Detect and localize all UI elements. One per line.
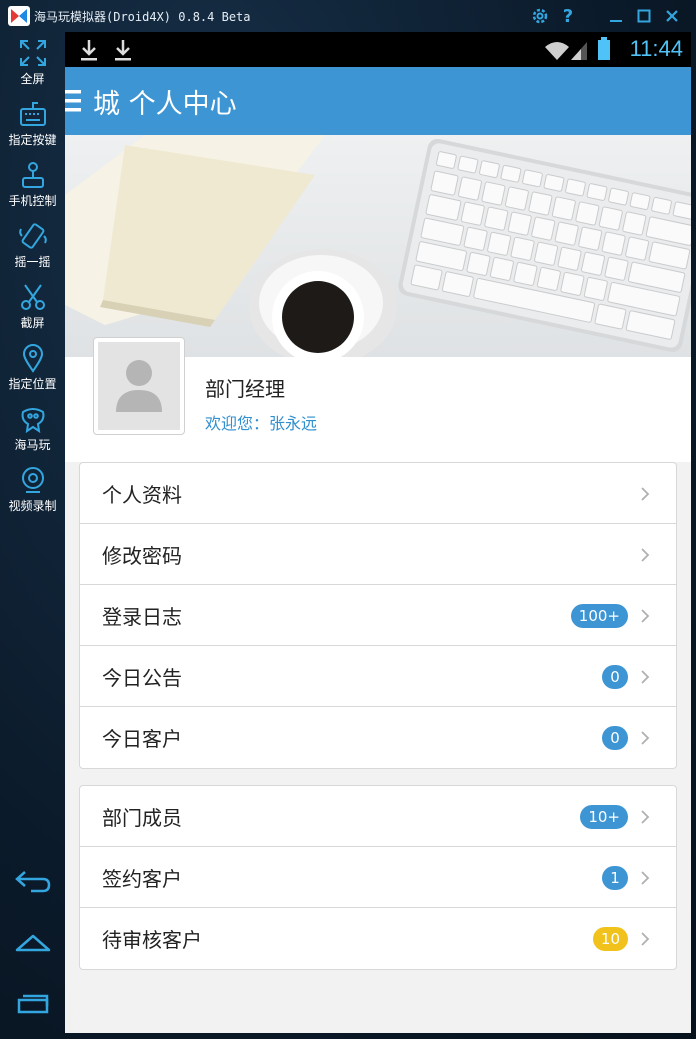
sidebar-item-shake[interactable]: 摇一摇 — [0, 217, 65, 275]
sidebar-label: 指定位置 — [8, 377, 57, 391]
menu-item-profile[interactable]: 个人资料 — [80, 463, 676, 524]
menu-card-account: 个人资料 修改密码 登录日志 100+ 今日公告 0 今日客户 0 — [79, 462, 677, 769]
keyboard-illustration — [398, 138, 691, 353]
sidebar-item-location[interactable]: 指定位置 — [0, 339, 65, 397]
menu-item-label: 今日客户 — [102, 727, 182, 751]
scissors-icon — [20, 284, 45, 310]
avatar[interactable] — [93, 337, 185, 435]
count-badge: 10+ — [580, 805, 628, 829]
help-icon[interactable]: ? — [556, 4, 580, 28]
menu-item-label: 个人资料 — [102, 483, 182, 507]
battery-icon — [598, 37, 610, 60]
sidebar-label: 截屏 — [20, 316, 45, 330]
header-banner-image — [65, 135, 691, 357]
emulator-sidebar: 全屏 指定按键 手机控制 摇一摇 截屏 指定位置 海马玩 视频录制 — [0, 32, 65, 1039]
sidebar-label: 手机控制 — [8, 194, 57, 208]
count-badge: 100+ — [570, 604, 628, 628]
page-title: 城 个人中心 — [93, 89, 237, 120]
clock: 11:44 — [629, 36, 683, 61]
wifi-icon — [545, 42, 569, 60]
user-role: 部门经理 — [205, 377, 285, 401]
sidebar-item-haima[interactable]: 海马玩 — [0, 400, 65, 458]
menu-card-team: 部门成员 10+ 签约客户 1 待审核客户 10 — [79, 785, 677, 970]
count-badge: 0 — [602, 665, 628, 689]
menu-item-change-password[interactable]: 修改密码 — [80, 524, 676, 585]
chevron-right-icon — [641, 871, 650, 885]
home-button[interactable] — [10, 922, 56, 962]
sidebar-item-fullscreen[interactable]: 全屏 — [0, 34, 65, 92]
menu-item-label: 修改密码 — [102, 544, 182, 568]
profile-section: 部门经理 欢迎您：张永远 — [65, 337, 691, 462]
sidebar-item-phone-control[interactable]: 手机控制 — [0, 156, 65, 214]
settings-gear-icon[interactable] — [528, 4, 552, 28]
menu-item-label: 登录日志 — [102, 605, 182, 629]
count-badge: 10 — [592, 927, 628, 951]
menu-item-login-log[interactable]: 登录日志 100+ — [80, 585, 676, 646]
count-badge: 0 — [602, 726, 628, 750]
app-bar: 城 个人中心 — [65, 67, 691, 135]
chevron-right-icon — [641, 548, 650, 562]
chevron-right-icon — [641, 609, 650, 623]
chevron-right-icon — [641, 810, 650, 824]
sidebar-label: 海马玩 — [14, 438, 51, 452]
menu-item-label: 待审核客户 — [102, 928, 202, 952]
menu-item-department-members[interactable]: 部门成员 10+ — [80, 786, 676, 847]
shake-icon — [18, 223, 47, 249]
sidebar-label: 视频录制 — [8, 499, 57, 513]
minimize-icon[interactable] — [604, 4, 628, 28]
sidebar-item-video-record[interactable]: 视频录制 — [0, 461, 65, 519]
fullscreen-icon — [19, 40, 46, 66]
user-placeholder-icon — [116, 360, 162, 412]
menu-item-label: 今日公告 — [102, 666, 182, 690]
window-title: 海马玩模拟器(Droid4X) 0.8.4 Beta — [34, 10, 251, 24]
sidebar-label: 全屏 — [20, 72, 45, 86]
download-icon — [81, 40, 97, 61]
close-icon[interactable] — [660, 4, 684, 28]
home-icon — [15, 934, 51, 952]
signal-icon — [571, 42, 587, 60]
welcome-text: 欢迎您：张永远 — [205, 414, 318, 433]
menu-item-today-notice[interactable]: 今日公告 0 — [80, 646, 676, 707]
coffee-cup-illustration — [249, 249, 397, 357]
chevron-right-icon — [641, 932, 650, 946]
menu-item-today-customers[interactable]: 今日客户 0 — [80, 707, 676, 768]
location-pin-icon — [22, 344, 43, 373]
droid4x-logo-icon — [8, 6, 30, 26]
haima-logo-icon — [21, 408, 44, 434]
menu-item-label: 部门成员 — [102, 806, 182, 830]
emulator-titlebar: 海马玩模拟器(Droid4X) 0.8.4 Beta ? — [0, 0, 696, 32]
recent-apps-button[interactable] — [10, 982, 56, 1022]
android-screen: 11:44 城 个人中心 部门经理 欢迎您：张永远 个人资料 修改密码 登录日志… — [65, 32, 691, 1033]
menu-item-label: 签约客户 — [102, 867, 182, 891]
keyboard-icon — [19, 102, 46, 126]
status-bar: 11:44 — [65, 32, 691, 67]
menu-item-pending-review-customers[interactable]: 待审核客户 10 — [80, 908, 676, 969]
download-icon — [115, 40, 131, 61]
sidebar-item-keymap[interactable]: 指定按键 — [0, 95, 65, 153]
count-badge: 1 — [602, 866, 628, 890]
joystick-icon — [21, 162, 44, 188]
video-record-icon — [21, 467, 44, 493]
back-icon — [15, 871, 51, 893]
sidebar-label: 指定按键 — [8, 133, 57, 147]
sidebar-item-screenshot[interactable]: 截屏 — [0, 278, 65, 336]
menu-item-signed-customers[interactable]: 签约客户 1 — [80, 847, 676, 908]
back-button[interactable] — [10, 862, 56, 902]
menu-icon[interactable] — [65, 87, 83, 115]
chevron-right-icon — [641, 670, 650, 684]
chevron-right-icon — [641, 487, 650, 501]
recent-apps-icon — [17, 994, 49, 1014]
chevron-right-icon — [641, 731, 650, 745]
sidebar-label: 摇一摇 — [14, 255, 51, 269]
maximize-icon[interactable] — [632, 4, 656, 28]
